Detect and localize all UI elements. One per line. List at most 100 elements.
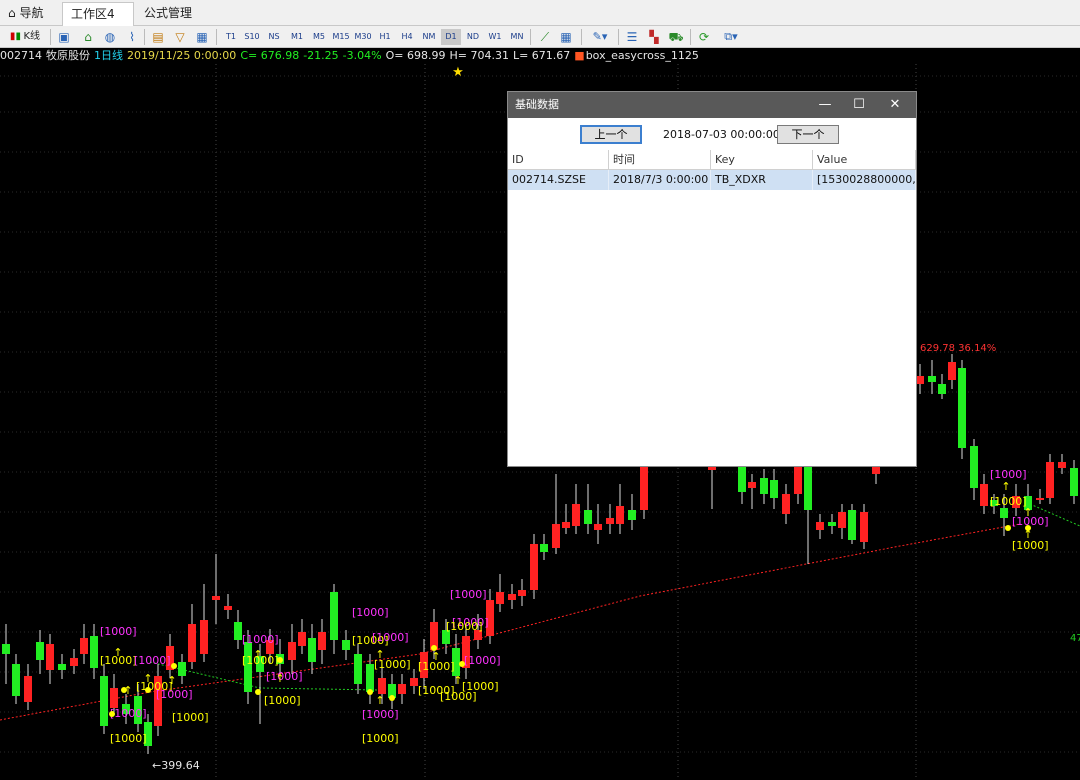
bar-chart-icon[interactable]: ▤ <box>150 29 166 45</box>
cell-key[interactable]: TB_XDXR <box>711 170 813 190</box>
globe-icon[interactable]: ◍ <box>102 29 118 45</box>
period-W1[interactable]: W1 <box>485 29 505 45</box>
signal-label: [1000] <box>110 732 147 745</box>
candlestick <box>110 688 118 708</box>
refresh-icon[interactable]: ⟳ <box>696 29 712 45</box>
toolbar-separator <box>144 29 145 45</box>
candlestick <box>1036 498 1044 500</box>
table-icon[interactable]: ▦ <box>194 29 210 45</box>
signal-label: [1000] <box>462 680 499 693</box>
period-NM[interactable]: NM <box>419 29 439 45</box>
candlestick <box>816 522 824 530</box>
candlestick <box>354 654 362 684</box>
signal-arrow-icon: ↑ <box>1023 506 1032 519</box>
trend-draw-icon[interactable]: ⟋ <box>537 29 553 45</box>
signal-dot <box>1025 525 1031 531</box>
cell-value[interactable]: [1530028800000,0... <box>813 170 916 190</box>
candlestick <box>518 590 526 596</box>
house-icon[interactable]: ⌂ <box>80 29 96 45</box>
candlestick <box>378 678 386 694</box>
candlestick <box>540 544 548 552</box>
minimize-icon[interactable]: — <box>808 92 842 118</box>
candlestick <box>100 676 108 726</box>
candlestick <box>860 512 868 542</box>
candlestick <box>212 596 220 600</box>
candlestick <box>628 510 636 520</box>
tab-workspace-label: 工作区4 <box>71 7 115 21</box>
period-T1[interactable]: T1 <box>221 29 241 45</box>
signal-label: [1000] <box>156 688 193 701</box>
dialog-titlebar[interactable]: 基础数据 — ☐ ✕ <box>508 92 916 118</box>
column-header-time[interactable]: 时间 <box>609 150 711 170</box>
toolbar-separator <box>581 29 582 45</box>
period-S10[interactable]: S10 <box>242 29 262 45</box>
period-M30[interactable]: M30 <box>353 29 373 45</box>
next-button[interactable]: 下一个 <box>777 125 839 144</box>
candlestick <box>24 676 32 702</box>
low-price: L= 671.67 <box>512 49 571 62</box>
toolbar: ▮▮ K线 ▣ ⌂ ◍ ⌇ ▤ ▽ ▦ T1 S10 NS M1 M5 M15 … <box>0 26 1080 48</box>
screenshot-icon[interactable]: ▣ <box>56 29 72 45</box>
blocks-icon[interactable]: ▚ <box>646 29 662 45</box>
column-header-id[interactable]: ID <box>508 150 609 170</box>
notes-icon[interactable]: ☰ <box>624 29 640 45</box>
candlestick <box>2 644 10 654</box>
candlestick <box>234 622 242 640</box>
candlestick <box>80 638 88 654</box>
candlestick <box>838 512 846 528</box>
period-H1[interactable]: H1 <box>375 29 395 45</box>
calendar-icon[interactable]: ▦ <box>558 29 574 45</box>
period-ND[interactable]: ND <box>463 29 483 45</box>
toolbar-separator <box>690 29 691 45</box>
high-price-label: 629.78 36.14% <box>920 343 996 354</box>
candlestick <box>958 368 966 448</box>
signal-arrow-icon: ↑ <box>253 648 262 661</box>
layout-dropdown-icon[interactable]: ⧉▾ <box>718 29 744 45</box>
line-chart-icon[interactable]: ⌇ <box>124 29 140 45</box>
candlestick <box>308 638 316 662</box>
signal-label: [1000] <box>362 708 399 721</box>
column-header-key[interactable]: Key <box>711 150 813 170</box>
signal-dot <box>255 689 261 695</box>
period-M5[interactable]: M5 <box>309 29 329 45</box>
cart-icon[interactable]: ⛟ <box>668 29 684 45</box>
candlestick <box>342 640 350 650</box>
period-D1[interactable]: D1 <box>441 29 461 45</box>
signal-arrow-icon: ↑ <box>431 650 440 663</box>
tab-formula-label: 公式管理 <box>144 6 193 20</box>
candlestick <box>70 658 78 666</box>
signal-label: [1000] <box>134 654 171 667</box>
candlestick <box>224 606 232 610</box>
signal-dot <box>145 687 151 693</box>
kline-button[interactable]: ▮▮ K线 <box>4 29 46 45</box>
tab-home[interactable]: ⌂ 导航页 <box>0 2 60 42</box>
signal-dot <box>277 657 283 663</box>
candlestick <box>366 664 374 692</box>
candlestick <box>928 376 936 382</box>
period-H4[interactable]: H4 <box>397 29 417 45</box>
signal-dot <box>459 661 465 667</box>
signal-dot <box>121 687 127 693</box>
cell-time[interactable]: 2018/7/3 0:00:00 <box>609 170 711 190</box>
cell-id[interactable]: 002714.SZSE <box>508 170 609 190</box>
signal-label: [1000] <box>110 707 147 720</box>
funnel-icon[interactable]: ▽ <box>172 29 188 45</box>
tab-workspace[interactable]: 工作区4 × <box>62 2 134 43</box>
period-M1[interactable]: M1 <box>287 29 307 45</box>
prev-button[interactable]: 上一个 <box>580 125 642 144</box>
tools-dropdown-icon[interactable]: ✎▾ <box>587 29 613 45</box>
period-MN[interactable]: MN <box>507 29 527 45</box>
candlestick <box>748 482 756 488</box>
signal-dot <box>1005 525 1011 531</box>
tab-formula[interactable]: 公式管理 <box>136 2 206 26</box>
close-icon[interactable]: ✕ <box>878 92 912 118</box>
candlestick <box>804 464 812 510</box>
maximize-icon[interactable]: ☐ <box>842 92 876 118</box>
candlestick-icon-green: ▮ <box>15 31 21 42</box>
signal-arrow-icon: ↑ <box>375 648 384 661</box>
candlestick <box>770 480 778 498</box>
period-M15[interactable]: M15 <box>331 29 351 45</box>
column-header-value[interactable]: Value <box>813 150 916 170</box>
candlestick <box>398 684 406 694</box>
period-NS[interactable]: NS <box>264 29 284 45</box>
